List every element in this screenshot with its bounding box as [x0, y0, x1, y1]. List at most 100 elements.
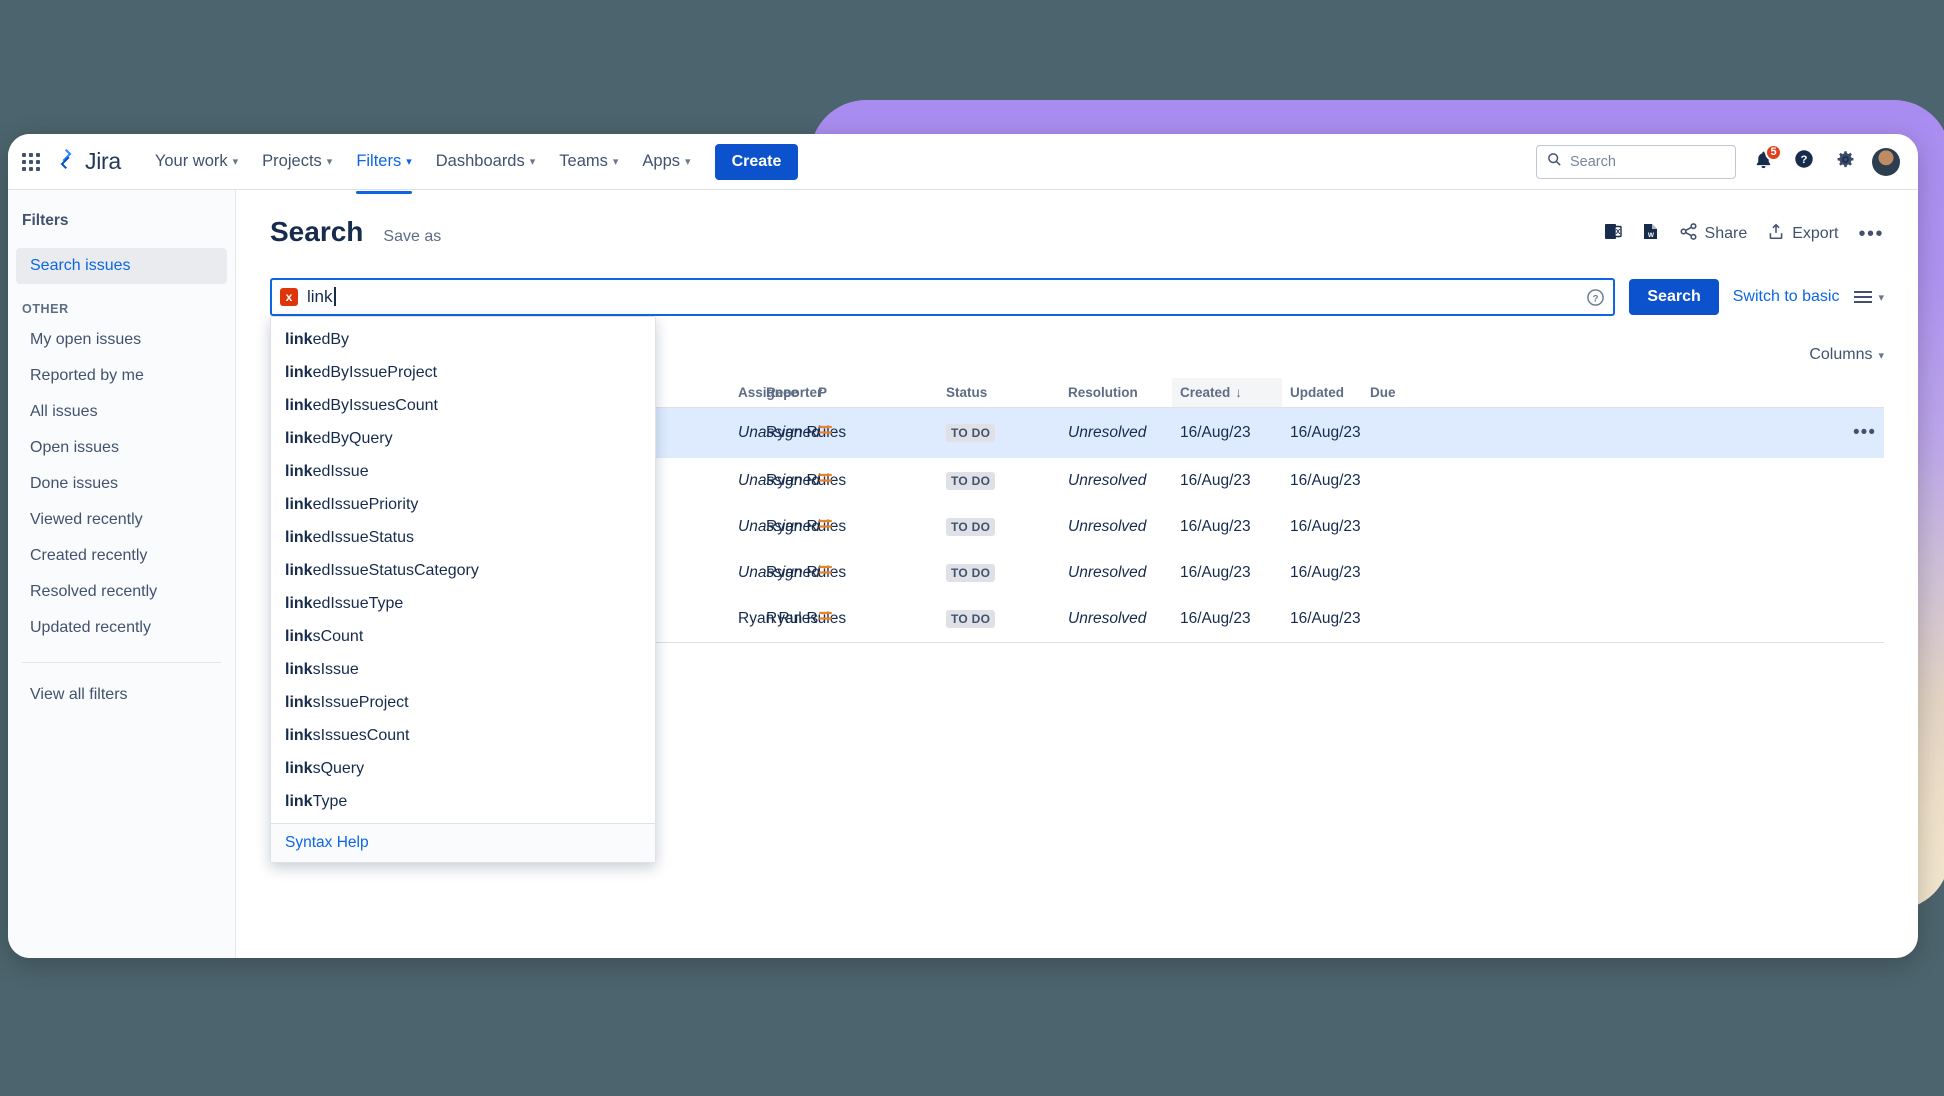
chevron-down-icon: ▾ — [1878, 349, 1884, 362]
export-doc-button[interactable]: W — [1642, 222, 1659, 246]
autocomplete-option[interactable]: linksCount — [271, 620, 655, 653]
chevron-down-icon: ▾ — [326, 156, 333, 168]
chevron-down-icon: ▾ — [529, 156, 536, 168]
cell-created-value: 16/Aug/23 — [1180, 564, 1251, 581]
col-header-label: Reporter — [766, 385, 823, 400]
autocomplete-option[interactable]: linksIssue — [271, 653, 655, 686]
autocomplete-option[interactable]: linksIssuesCount — [271, 719, 655, 752]
nav-label: Filters — [356, 152, 402, 170]
nav-item-filters[interactable]: Filters ▾ — [344, 146, 423, 194]
notification-badge: 5 — [1765, 143, 1782, 161]
search-icon — [1547, 152, 1562, 171]
notifications-button[interactable]: 5 — [1749, 143, 1782, 176]
autocomplete-option[interactable]: linkedIssueStatus — [271, 521, 655, 554]
jql-input-value: link — [307, 287, 335, 306]
autocomplete-option[interactable]: linkType — [271, 785, 655, 818]
autocomplete-option[interactable]: linkedByIssueProject — [271, 356, 655, 389]
export-button[interactable]: Export — [1767, 222, 1838, 246]
sidebar-item-viewed-recently[interactable]: Viewed recently — [16, 502, 227, 538]
cell-priority — [810, 596, 938, 642]
create-button[interactable]: Create — [714, 143, 799, 180]
sidebar-item-all-issues[interactable]: All issues — [16, 394, 227, 430]
more-actions-button[interactable]: ••• — [1858, 224, 1884, 244]
col-header-reporter[interactable]: Reporter — [758, 378, 822, 408]
cell-resolution-value: Unresolved — [1068, 564, 1147, 581]
list-view-icon[interactable]: ▾ — [1853, 290, 1884, 304]
nav-item-apps[interactable]: Apps ▾ — [630, 146, 702, 177]
cell-resolution: Unresolved — [1060, 504, 1172, 550]
nav-label: Apps — [642, 152, 681, 170]
sidebar-item-done-issues[interactable]: Done issues — [16, 466, 227, 502]
priority-medium-icon — [818, 518, 833, 531]
col-header-updated[interactable]: Updated — [1282, 378, 1362, 408]
autocomplete-option[interactable]: linksIssueProject — [271, 686, 655, 719]
sidebar-item-updated-recently[interactable]: Updated recently — [16, 610, 227, 646]
row-actions-icon[interactable]: ••• — [1853, 422, 1876, 443]
apps-grid-icon[interactable] — [22, 152, 40, 171]
sidebar-item-view-all-filters[interactable]: View all filters — [16, 677, 227, 713]
save-as-button[interactable]: Save as — [383, 228, 441, 246]
share-button[interactable]: Share — [1679, 222, 1748, 246]
sort-arrow-icon: ↓ — [1235, 385, 1243, 400]
sidebar-item-resolved-recently[interactable]: Resolved recently — [16, 574, 227, 610]
avatar[interactable] — [1872, 147, 1900, 176]
share-label: Share — [1704, 225, 1748, 242]
sidebar-item-open-issues[interactable]: Open issues — [16, 430, 227, 466]
cell-resolution-value: Unresolved — [1068, 518, 1147, 535]
col-header-due[interactable]: Due — [1362, 378, 1623, 408]
autocomplete-option[interactable]: linkedBy — [271, 323, 655, 356]
nav-item-dashboards[interactable]: Dashboards ▾ — [424, 146, 548, 177]
syntax-help-link[interactable]: Syntax Help — [285, 834, 369, 851]
switch-to-basic-link[interactable]: Switch to basic — [1733, 288, 1840, 306]
col-header-created[interactable]: Created ↓ — [1172, 378, 1282, 408]
nav-item-teams[interactable]: Teams ▾ — [547, 146, 630, 177]
autocomplete-option[interactable]: linkedIssueType — [271, 587, 655, 620]
col-header-assignee[interactable]: Assignee — [730, 378, 798, 408]
help-button[interactable]: ? — [1790, 148, 1818, 176]
cell-resolution: Unresolved — [1060, 407, 1172, 458]
cell-updated: 16/Aug/23 — [1282, 407, 1362, 458]
sidebar-item-my-open-issues[interactable]: My open issues — [16, 322, 227, 358]
autocomplete-option[interactable]: linkedIssuePriority — [271, 488, 655, 521]
global-search-input[interactable]: Search — [1536, 144, 1736, 179]
nav-item-projects[interactable]: Projects ▾ — [250, 146, 344, 177]
cell-reporter: Ryan Rules — [758, 550, 846, 596]
col-header-resolution[interactable]: Resolution — [1060, 378, 1172, 408]
autocomplete-option[interactable]: linkedByIssuesCount — [271, 389, 655, 422]
export-label: Export — [1792, 225, 1839, 242]
sidebar-item-reported-by-me[interactable]: Reported by me — [16, 358, 227, 394]
nav-item-your-work[interactable]: Your work ▾ — [143, 146, 250, 177]
autocomplete-option-prefix: link — [285, 693, 313, 711]
cell-actions[interactable]: ••• — [1623, 407, 1884, 458]
sidebar-item-created-recently[interactable]: Created recently — [16, 538, 227, 574]
autocomplete-option-rest: edIssueStatusCategory — [312, 561, 479, 579]
jql-input[interactable]: x link ? — [270, 278, 1616, 316]
cell-created: 16/Aug/23 — [1172, 504, 1282, 550]
header-actions: X W Share Export ••• — [1604, 222, 1884, 246]
cell-status: TO DO — [938, 596, 1060, 642]
col-header-status[interactable]: Status — [938, 378, 1060, 408]
jql-help-icon[interactable]: ? — [1586, 288, 1605, 307]
col-header-label: Resolution — [1068, 385, 1138, 400]
autocomplete-option-prefix: link — [285, 594, 313, 612]
status-badge: TO DO — [946, 472, 996, 490]
jql-search-button[interactable]: Search — [1629, 279, 1719, 315]
autocomplete-option-rest: sCount — [312, 627, 364, 645]
export-xlsx-button[interactable]: X — [1604, 222, 1622, 246]
autocomplete-option-prefix: link — [285, 462, 313, 480]
autocomplete-option[interactable]: linksQuery — [271, 752, 655, 785]
settings-button[interactable] — [1831, 148, 1859, 176]
jira-home-link[interactable]: Jira — [54, 147, 121, 176]
columns-button[interactable]: Columns ▾ — [1809, 346, 1884, 364]
autocomplete-option[interactable]: linkedIssueStatusCategory — [271, 554, 655, 587]
sidebar-item-label: My open issues — [30, 331, 142, 348]
jql-error-icon[interactable]: x — [280, 288, 298, 306]
col-header-priority[interactable]: P — [810, 378, 938, 408]
autocomplete-option[interactable]: linkedByQuery — [271, 422, 655, 455]
autocomplete-option-rest: edByIssueProject — [312, 363, 438, 381]
autocomplete-option[interactable]: linkedIssue — [271, 455, 655, 488]
autocomplete-option-rest: sIssuesCount — [312, 726, 410, 744]
cell-actions — [1623, 504, 1884, 550]
cell-assignee: Unassigned — [730, 504, 820, 550]
sidebar-item-search-issues[interactable]: Search issues — [16, 248, 227, 284]
